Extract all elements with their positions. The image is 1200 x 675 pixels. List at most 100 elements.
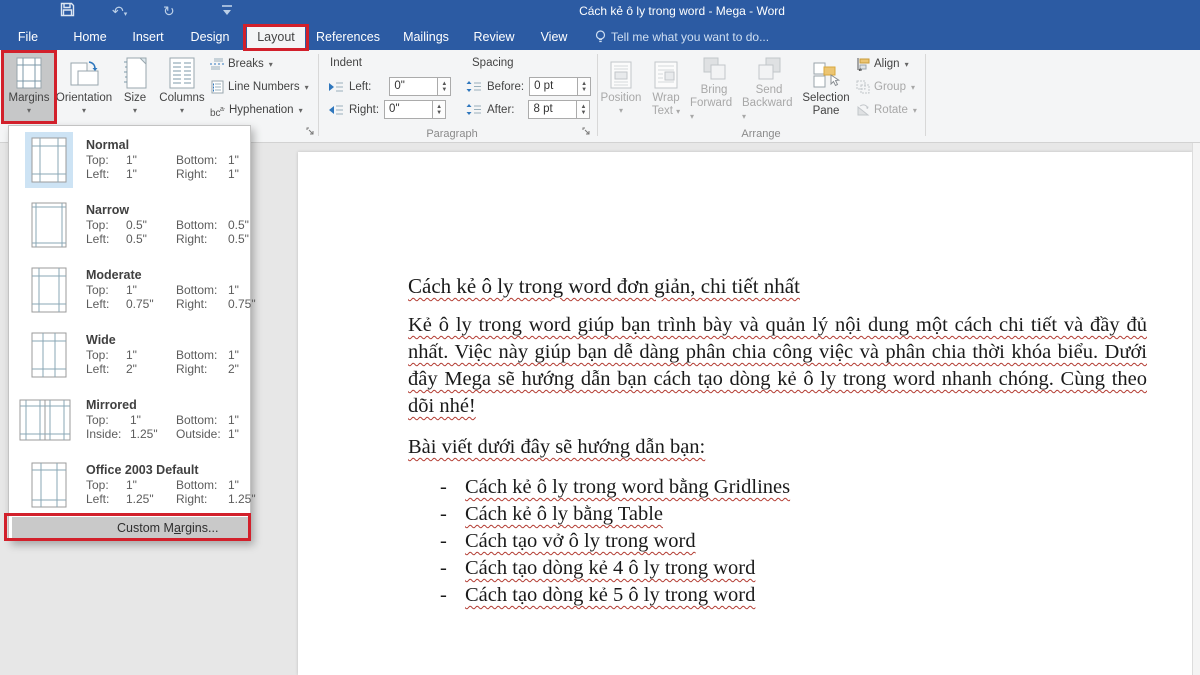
selection-pane-icon [812,53,840,89]
breaks-button[interactable]: Breaks ▾ [210,56,273,72]
tab-file[interactable]: File [18,24,38,50]
indent-left-label: Left: [349,81,371,93]
margins-option-normal[interactable]: Normal Top:1" Bottom:1" Left:1" Right:1" [9,128,250,191]
indent-left-input[interactable]: 0"▲▼ [389,77,451,96]
save-icon[interactable] [60,2,75,17]
line-numbers-icon [210,80,224,94]
indent-left-row: Left: 0"▲▼ [328,77,451,96]
group-caret-icon: ▾ [911,83,915,92]
spacing-before-row: Before: 0 pt▲▼ [466,77,591,96]
rotate-button[interactable]: Rotate ▾ [856,102,917,118]
orientation-label: Orientation [56,92,112,105]
spacing-after-spinner[interactable]: ▲▼ [576,101,589,118]
orientation-caret-icon: ▾ [82,107,86,114]
align-icon [856,57,870,71]
selection-pane-label-1: Selection [802,92,849,105]
group-separator [318,54,319,136]
tab-references[interactable]: References [316,24,380,50]
position-label: Position [601,92,642,105]
columns-icon [169,53,195,89]
align-label: Align [874,58,900,70]
tab-review[interactable]: Review [474,24,515,50]
tell-me-box[interactable]: Tell me what you want to do... [595,24,769,50]
doc-bullet-list: -Cách kẻ ô ly trong word bằng Gridlines … [440,476,790,611]
orientation-button[interactable]: Orientation ▾ [58,53,110,123]
margins-icon [16,53,42,89]
align-button[interactable]: Align ▾ [856,56,909,72]
spacing-before-spinner[interactable]: ▲▼ [577,78,590,95]
margins-option-office-2003-default[interactable]: Office 2003 Default Top:1" Bottom:1" Lef… [9,453,250,516]
group-label: Group [874,81,906,93]
rotate-icon [856,103,870,117]
tab-design[interactable]: Design [191,24,230,50]
size-icon [123,53,147,89]
margin-preset-mirrored-icon [17,392,73,448]
document-page[interactable]: Cách kẻ ô ly trong word đơn giản, chi ti… [298,152,1192,675]
list-item: -Cách kẻ ô ly bằng Table [440,503,790,530]
tab-home[interactable]: Home [73,24,106,50]
margin-preset-narrow-icon [25,197,73,253]
margins-dropdown-menu: Normal Top:1" Bottom:1" Left:1" Right:1"… [8,125,251,541]
spacing-after-label: After: [487,104,514,116]
margins-option-mirrored[interactable]: Mirrored Top:1" Bottom:1" Inside:1.25" O… [9,388,250,451]
send-backward-button[interactable]: Send Backward ▾ [742,53,796,123]
margins-option-narrow[interactable]: Narrow Top:0.5" Bottom:0.5" Left:0.5" Ri… [9,193,250,256]
wrap-text-label-2: Text ▾ [652,105,680,118]
window-title: Cách kẻ ô ly trong word - Mega - Word [579,4,785,18]
size-label: Size [124,92,146,105]
paragraph-group-label: Paragraph [426,128,477,140]
svg-text:a-: a- [220,106,225,113]
margins-option-moderate[interactable]: Moderate Top:1" Bottom:1" Left:0.75" Rig… [9,258,250,321]
indent-right-label: Right: [349,104,379,116]
tab-view[interactable]: View [541,24,568,50]
page-setup-dialog-launcher-icon[interactable] [306,127,315,136]
doc-heading: Cách kẻ ô ly trong word đơn giản, chi ti… [408,274,800,299]
tab-layout[interactable]: Layout [257,24,295,50]
group-button[interactable]: Group ▾ [856,79,915,95]
margins-label: Margins [9,92,50,105]
lightbulb-icon [595,30,606,44]
tab-insert[interactable]: Insert [132,24,163,50]
size-button[interactable]: Size ▾ [112,53,158,123]
custom-margins-menu-item[interactable]: Custom Margins... [12,517,249,539]
align-caret-icon: ▾ [905,60,909,69]
columns-button[interactable]: Columns ▾ [158,53,206,123]
paragraph-dialog-launcher-icon[interactable] [582,127,591,136]
margin-preset-normal-icon [25,132,73,188]
breaks-caret-icon: ▾ [269,60,273,69]
hyphenation-button[interactable]: bca- Hyphenation ▾ [210,102,303,118]
margin-preset-wide-icon [25,327,73,383]
hyphenation-label: Hyphenation [229,104,294,116]
breaks-label: Breaks [228,58,264,70]
indent-left-spinner[interactable]: ▲▼ [437,78,450,95]
qat-customize-icon[interactable] [222,5,232,16]
spacing-after-icon [466,103,482,116]
wrap-text-icon [654,53,678,89]
redo-icon[interactable]: ↻ [163,3,175,19]
line-numbers-button[interactable]: Line Numbers ▾ [210,79,309,95]
size-caret-icon: ▾ [133,107,137,114]
send-backward-icon [756,53,782,81]
vertical-scrollbar[interactable] [1192,143,1200,675]
spacing-before-icon [466,80,482,93]
bring-forward-button[interactable]: Bring Forward ▾ [690,53,738,123]
list-item: -Cách kẻ ô ly trong word bằng Gridlines [440,476,790,503]
indent-right-spinner[interactable]: ▲▼ [432,101,445,118]
orientation-icon [69,53,99,89]
svg-text:bc: bc [210,108,221,117]
doc-paragraph: Kẻ ô ly trong word giúp bạn trình bày và… [408,312,1147,420]
tab-mailings[interactable]: Mailings [403,24,449,50]
indent-right-input[interactable]: 0"▲▼ [384,100,446,119]
spacing-before-input[interactable]: 0 pt▲▼ [529,77,591,96]
margins-option-wide[interactable]: Wide Top:1" Bottom:1" Left:2" Right:2" [9,323,250,386]
selection-pane-button[interactable]: Selection Pane [800,53,852,123]
position-icon [610,53,632,89]
position-button[interactable]: Position ▾ [600,53,642,123]
undo-icon[interactable]: ↶▾ [112,3,127,23]
wrap-text-button[interactable]: Wrap Text ▾ [644,53,688,123]
bring-forward-label-1: Bring [701,84,728,97]
margins-button[interactable]: Margins ▾ [2,53,56,123]
spacing-after-row: After: 8 pt▲▼ [466,100,590,119]
list-item: -Cách tạo vở ô ly trong word [440,530,790,557]
spacing-after-input[interactable]: 8 pt▲▼ [528,100,590,119]
